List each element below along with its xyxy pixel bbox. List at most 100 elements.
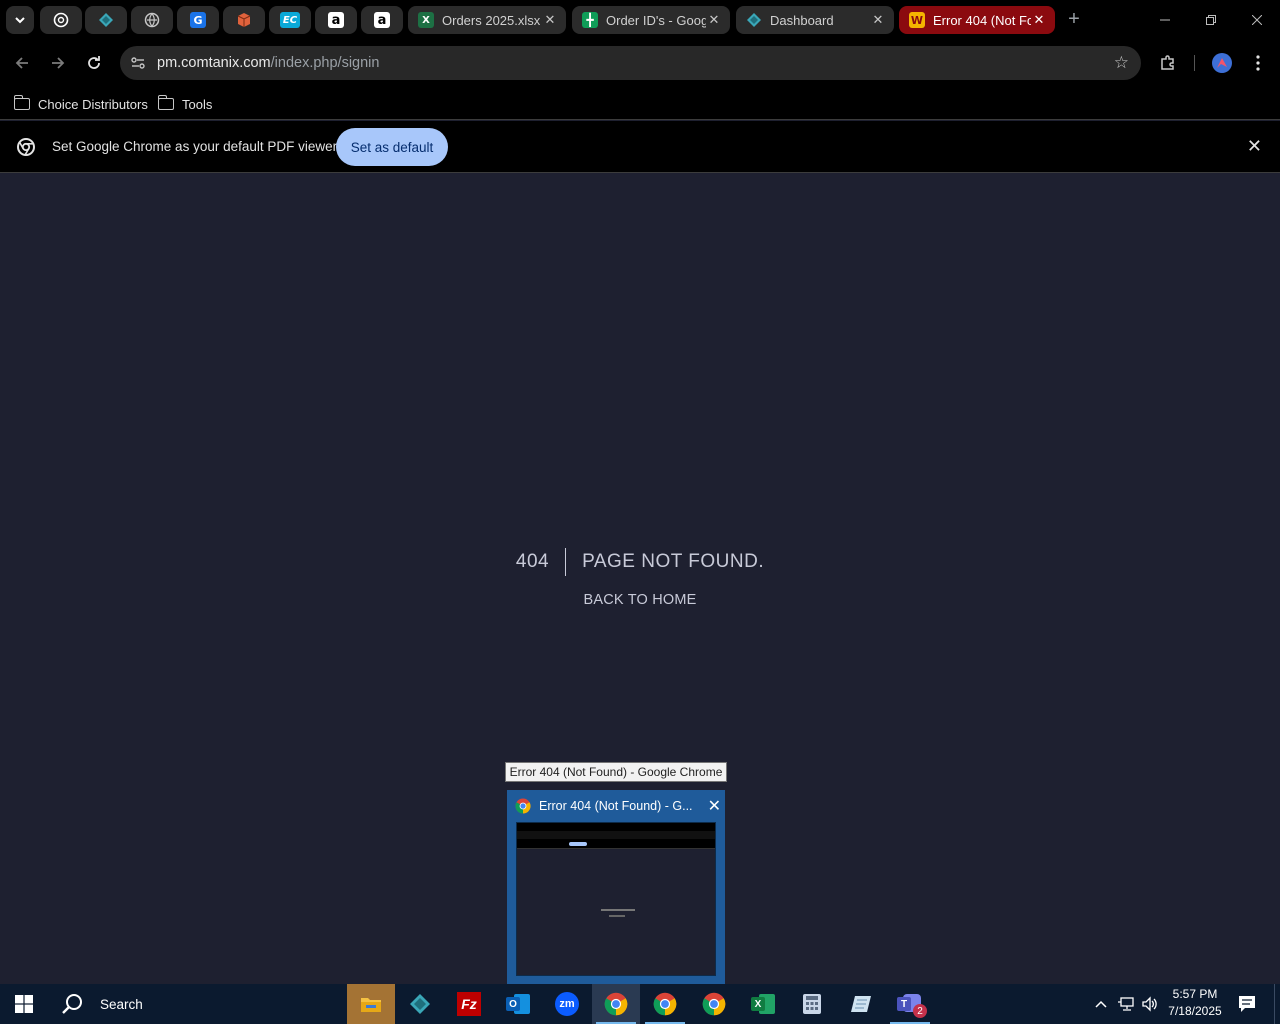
set-as-default-button[interactable]: Set as default [336, 128, 448, 166]
windows-logo-icon [15, 995, 33, 1013]
speaker-icon [1142, 996, 1157, 1012]
avatar-icon [1212, 53, 1232, 73]
forward-button[interactable] [42, 47, 74, 79]
diamond-teal-icon [99, 13, 113, 27]
amazon-icon: a [328, 12, 344, 28]
kebab-menu-icon [1256, 55, 1260, 71]
thumbnail-preview [516, 822, 716, 976]
search-icon [62, 994, 82, 1014]
taskbar-zoom[interactable]: zm [543, 984, 591, 1024]
tab-close-icon[interactable]: ✕ [542, 12, 558, 28]
taskbar-teams[interactable]: T 2 [886, 984, 934, 1024]
address-bar[interactable]: pm.comtanix.com/index.php/signin ☆ [120, 46, 1141, 80]
chrome-icon [653, 992, 677, 1016]
pinned-tab-openai[interactable] [40, 6, 82, 34]
tab-search-button[interactable] [6, 6, 34, 34]
taskbar-notes[interactable] [837, 984, 885, 1024]
restore-button[interactable] [1188, 0, 1234, 40]
pinned-tab-diamond[interactable] [85, 6, 127, 34]
start-button[interactable] [0, 984, 48, 1024]
calculator-icon [803, 994, 821, 1014]
bookmark-star-icon[interactable]: ☆ [1114, 53, 1129, 73]
diamond-teal-icon [410, 994, 430, 1014]
box-icon [237, 13, 251, 27]
tab-orders-xlsx[interactable]: X Orders 2025.xlsx ✕ [408, 6, 566, 34]
filezilla-icon: Fz [457, 992, 481, 1016]
taskbar-filezilla[interactable]: Fz [445, 984, 493, 1024]
folder-icon [13, 95, 30, 110]
tab-strip: G EC a a X Orders 2025.xlsx ✕ ╋ Order ID… [0, 0, 1280, 40]
taskbar-clock[interactable]: 5:57 PM 7/18/2025 [1163, 986, 1227, 1020]
pinned-tab-g[interactable]: G [177, 6, 219, 34]
tab-close-icon[interactable]: ✕ [870, 12, 886, 28]
tray-overflow-button[interactable] [1094, 984, 1108, 1024]
network-button[interactable] [1117, 984, 1135, 1024]
g-blue-icon: G [190, 12, 206, 28]
minimize-icon [1160, 19, 1170, 21]
back-to-home-link[interactable]: BACK TO HOME [0, 592, 1280, 608]
taskbar-file-explorer[interactable] [347, 984, 395, 1024]
profile-avatar[interactable] [1206, 47, 1238, 79]
taskbar-calculator[interactable] [788, 984, 836, 1024]
taskbar-chrome-1[interactable] [592, 984, 640, 1024]
thumbnail-title: Error 404 (Not Found) - G... [539, 799, 693, 813]
bookmark-choice-distributors[interactable]: Choice Distributors [13, 92, 148, 116]
new-tab-button[interactable]: + [1062, 8, 1086, 32]
minimize-button[interactable] [1142, 0, 1188, 40]
restore-icon [1206, 15, 1216, 25]
arrow-right-icon [52, 57, 65, 69]
thumbnail-close-icon[interactable]: ✕ [708, 796, 721, 816]
window-tooltip: Error 404 (Not Found) - Google Chrome [505, 762, 727, 782]
tab-close-icon[interactable]: ✕ [1031, 12, 1047, 28]
reload-button[interactable] [78, 47, 110, 79]
pinned-tab-globe[interactable] [131, 6, 173, 34]
chevron-up-icon [1095, 1000, 1107, 1008]
pinned-tab-amazon-2[interactable]: a [361, 6, 403, 34]
taskbar-app-diamond[interactable] [396, 984, 444, 1024]
pinned-tab-amazon-1[interactable]: a [315, 6, 357, 34]
chevron-down-icon [15, 17, 25, 24]
extensions-button[interactable] [1152, 47, 1184, 79]
taskbar-excel[interactable]: X [739, 984, 787, 1024]
network-icon [1118, 997, 1134, 1011]
taskbar-chrome-3[interactable] [690, 984, 738, 1024]
error-message: PAGE NOT FOUND. [582, 551, 765, 572]
browser-toolbar: pm.comtanix.com/index.php/signin ☆ [0, 40, 1280, 86]
diamond-teal-icon [747, 13, 761, 27]
taskbar-chrome-2[interactable] [641, 984, 689, 1024]
tab-title: Order ID's - Goog [606, 12, 706, 28]
puzzle-icon [1161, 55, 1174, 70]
bookmark-label: Tools [182, 96, 213, 112]
ec-icon: EC [280, 12, 300, 28]
taskbar-thumbnail[interactable]: Error 404 (Not Found) - G... ✕ [507, 790, 725, 984]
error-code: 404 [516, 548, 567, 576]
notes-icon [851, 996, 871, 1012]
notifications-button[interactable] [1238, 984, 1256, 1024]
back-button[interactable] [6, 47, 38, 79]
chrome-menu-button[interactable] [1242, 47, 1274, 79]
clock-date: 7/18/2025 [1168, 1004, 1222, 1018]
zoom-icon: zm [555, 992, 579, 1016]
volume-button[interactable] [1141, 984, 1159, 1024]
chrome-icon [17, 138, 35, 156]
openai-icon [53, 12, 69, 28]
bookmarks-bar: Choice Distributors Tools [0, 86, 1280, 120]
tab-title: Dashboard [770, 12, 834, 28]
windows-taskbar: Search Fz O zm X T 2 5:57 PM 7/18/2025 [0, 984, 1280, 1024]
show-desktop-button[interactable] [1274, 984, 1280, 1024]
close-window-button[interactable] [1234, 0, 1280, 40]
pinned-tab-ec[interactable]: EC [269, 6, 311, 34]
default-pdf-infobar: Set Google Chrome as your default PDF vi… [0, 121, 1280, 173]
tab-order-ids[interactable]: ╋ Order ID's - Goog ✕ [572, 6, 730, 34]
pinned-tab-box[interactable] [223, 6, 265, 34]
tab-close-icon[interactable]: ✕ [706, 12, 722, 28]
url-host: pm.comtanix.com [157, 55, 271, 71]
infobar-close-icon[interactable]: ✕ [1247, 136, 1262, 157]
site-info-icon[interactable] [122, 47, 154, 79]
tab-error-404[interactable]: W Error 404 (Not Fo ✕ [899, 6, 1055, 34]
bookmark-tools[interactable]: Tools [157, 92, 213, 116]
taskbar-search[interactable]: Search [50, 984, 143, 1024]
tab-dashboard[interactable]: Dashboard ✕ [736, 6, 894, 34]
taskbar-outlook[interactable]: O [494, 984, 542, 1024]
chrome-icon [515, 798, 531, 814]
